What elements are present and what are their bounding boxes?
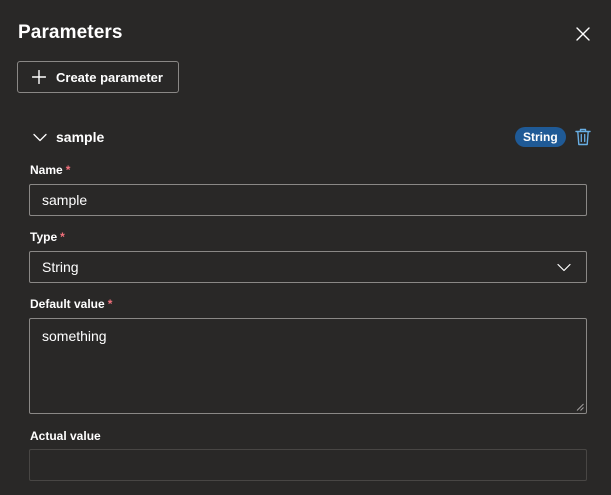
- plus-icon: [31, 69, 47, 85]
- name-label: Name *: [30, 163, 70, 177]
- parameter-name: sample: [56, 129, 105, 145]
- parameter-header: sample String: [30, 124, 596, 150]
- type-badge: String: [515, 127, 566, 147]
- create-parameter-button[interactable]: Create parameter: [17, 61, 179, 93]
- required-marker: *: [107, 297, 113, 311]
- actual-value-input[interactable]: [29, 449, 587, 481]
- resize-grip-icon[interactable]: [576, 403, 584, 411]
- type-select[interactable]: String: [29, 251, 587, 283]
- type-label-text: Type: [30, 230, 58, 244]
- type-select-value: String: [42, 259, 79, 275]
- collapse-toggle[interactable]: [30, 128, 50, 146]
- trash-icon: [575, 128, 591, 146]
- parameters-panel: Parameters Create parameter sample Strin…: [0, 0, 611, 495]
- name-label-text: Name: [30, 163, 63, 177]
- close-button[interactable]: [571, 22, 595, 46]
- close-icon: [576, 27, 590, 41]
- default-value-label-text: Default value: [30, 297, 105, 311]
- actual-value-label: Actual value: [30, 429, 101, 443]
- default-value-text: something: [42, 328, 107, 344]
- default-value-textarea[interactable]: something: [29, 318, 587, 414]
- create-parameter-label: Create parameter: [56, 69, 163, 85]
- delete-parameter-button[interactable]: [571, 125, 595, 149]
- required-marker: *: [60, 230, 65, 244]
- panel-title: Parameters: [18, 22, 123, 43]
- default-value-label: Default value *: [30, 297, 112, 311]
- chevron-down-icon: [556, 259, 572, 275]
- type-label: Type *: [30, 230, 65, 244]
- required-marker: *: [65, 163, 71, 177]
- name-input[interactable]: [29, 184, 587, 216]
- chevron-down-icon: [33, 133, 47, 141]
